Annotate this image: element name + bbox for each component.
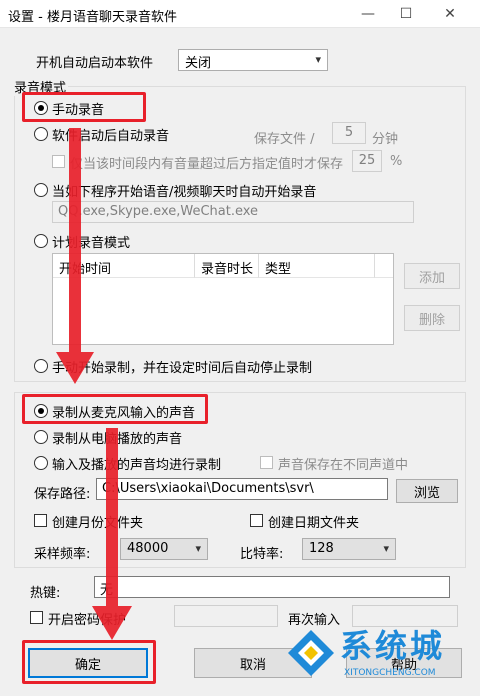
- watermark-subtext: XITONGCHENG.COM: [344, 668, 436, 678]
- arrow-to-ok: [92, 428, 132, 640]
- annotation-arrows: [56, 128, 132, 640]
- watermark-text: 系统城: [340, 627, 446, 665]
- arrow-to-mic: [56, 128, 94, 384]
- watermark-logo-icon: [288, 630, 334, 676]
